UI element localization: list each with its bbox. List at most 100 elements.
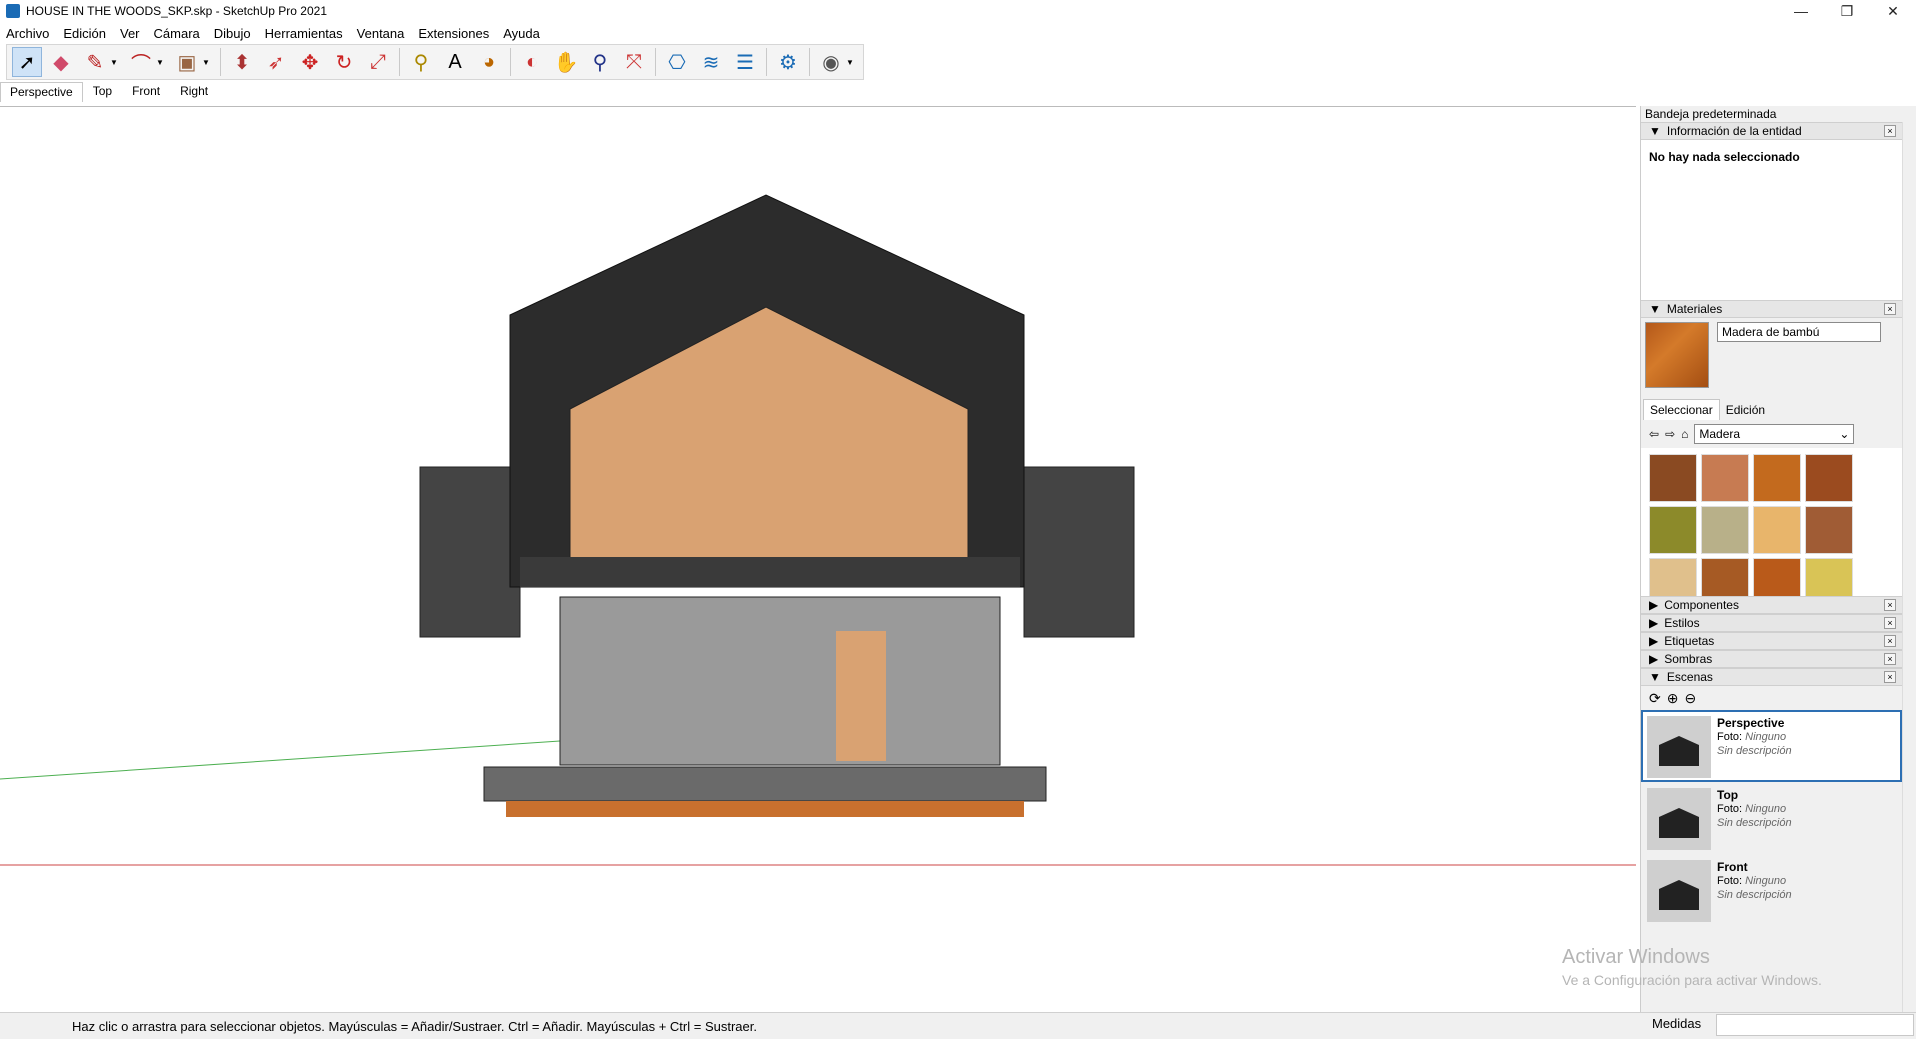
- update-scene-icon[interactable]: ⟳: [1649, 690, 1661, 707]
- material-swatch[interactable]: [1649, 506, 1697, 554]
- expand-down-icon: ▼: [1649, 124, 1661, 138]
- push-pull-icon[interactable]: ⬍: [227, 47, 257, 77]
- maximize-button[interactable]: ❐: [1824, 0, 1870, 22]
- material-collection-select[interactable]: Madera ⌄: [1694, 424, 1855, 444]
- text-icon[interactable]: A: [440, 47, 470, 77]
- expand-down-icon: ▼: [1649, 302, 1661, 316]
- expand-down-icon: ▼: [1649, 670, 1661, 684]
- expand-right-icon: ▶: [1649, 634, 1659, 648]
- close-panel-icon[interactable]: ×: [1884, 599, 1896, 611]
- material-swatch[interactable]: [1701, 506, 1749, 554]
- close-panel-icon[interactable]: ×: [1884, 125, 1896, 137]
- menu-ayuda[interactable]: Ayuda: [503, 26, 540, 41]
- tab-right[interactable]: Right: [170, 81, 218, 102]
- back-arrow-icon[interactable]: ⇦: [1649, 427, 1659, 441]
- material-name-field[interactable]: Madera de bambú: [1717, 322, 1881, 342]
- close-panel-icon[interactable]: ×: [1884, 635, 1896, 647]
- scale-icon[interactable]: ⤢: [363, 47, 393, 77]
- scene-thumbnail: [1647, 716, 1711, 778]
- remove-scene-icon[interactable]: ⊖: [1684, 690, 1696, 707]
- zoom-icon[interactable]: ⚲: [585, 47, 615, 77]
- extension-warehouse-icon[interactable]: ≋: [696, 47, 726, 77]
- zoom-extents-icon[interactable]: ⤧: [619, 47, 649, 77]
- extension-manager-icon[interactable]: ⚙: [773, 47, 803, 77]
- tab-front[interactable]: Front: [122, 81, 170, 102]
- pencil-icon[interactable]: ✎: [80, 47, 110, 77]
- scene-item-perspective[interactable]: Perspective Foto: Ninguno Sin descripción: [1641, 710, 1902, 782]
- move-icon[interactable]: ✥: [295, 47, 325, 77]
- follow-me-icon[interactable]: ➶: [261, 47, 291, 77]
- window-title: HOUSE IN THE WOODS_SKP.skp - SketchUp Pr…: [26, 4, 327, 18]
- eraser-icon[interactable]: ◆: [46, 47, 76, 77]
- layout-icon[interactable]: ☰: [730, 47, 760, 77]
- componentes-header[interactable]: ▶ Componentes ×: [1641, 596, 1902, 614]
- menu-camara[interactable]: Cámara: [154, 26, 200, 41]
- material-swatch[interactable]: [1701, 558, 1749, 596]
- escenas-header[interactable]: ▼ Escenas ×: [1641, 668, 1902, 686]
- material-swatch[interactable]: [1753, 558, 1801, 596]
- menu-extensiones[interactable]: Extensiones: [418, 26, 489, 41]
- arc-icon[interactable]: ⌒: [126, 47, 156, 77]
- material-swatch[interactable]: [1649, 558, 1697, 596]
- home-icon[interactable]: ⌂: [1681, 427, 1688, 441]
- rectangle-icon[interactable]: ▣: [172, 47, 202, 77]
- tray-scrollbar[interactable]: [1902, 122, 1916, 1012]
- close-button[interactable]: ✕: [1870, 0, 1916, 22]
- close-panel-icon[interactable]: ×: [1884, 303, 1896, 315]
- menu-dibujo[interactable]: Dibujo: [214, 26, 251, 41]
- material-swatch[interactable]: [1701, 454, 1749, 502]
- scene-thumbnail: [1647, 860, 1711, 922]
- menu-ver[interactable]: Ver: [120, 26, 140, 41]
- menu-edicion[interactable]: Edición: [63, 26, 106, 41]
- scene-item-front[interactable]: Front Foto: Ninguno Sin descripción: [1641, 854, 1902, 926]
- menu-herramientas[interactable]: Herramientas: [265, 26, 343, 41]
- rotate-icon[interactable]: ↻: [329, 47, 359, 77]
- status-hint: Haz clic o arrastra para seleccionar obj…: [72, 1018, 757, 1034]
- sombras-header[interactable]: ▶ Sombras ×: [1641, 650, 1902, 668]
- shape-dropdown-icon[interactable]: ▼: [202, 58, 212, 67]
- account-dropdown-icon[interactable]: ▼: [846, 58, 856, 67]
- select-icon[interactable]: ➚: [12, 47, 42, 77]
- tab-edicion[interactable]: Edición: [1720, 400, 1771, 420]
- material-swatch[interactable]: [1753, 506, 1801, 554]
- close-panel-icon[interactable]: ×: [1884, 617, 1896, 629]
- expand-right-icon: ▶: [1649, 598, 1659, 612]
- orbit-icon[interactable]: ◐: [517, 47, 547, 77]
- measurements-label: Medidas: [1652, 1016, 1702, 1031]
- scene-item-top[interactable]: Top Foto: Ninguno Sin descripción: [1641, 782, 1902, 854]
- pencil-dropdown-icon[interactable]: ▼: [110, 58, 120, 67]
- pan-icon[interactable]: ✋: [551, 47, 581, 77]
- tab-perspective[interactable]: Perspective: [0, 82, 83, 102]
- entity-info-header[interactable]: ▼ Información de la entidad ×: [1641, 122, 1902, 140]
- menu-ventana[interactable]: Ventana: [357, 26, 405, 41]
- sketchup-icon: [6, 4, 20, 18]
- etiquetas-header[interactable]: ▶ Etiquetas ×: [1641, 632, 1902, 650]
- tab-top[interactable]: Top: [83, 81, 122, 102]
- forward-arrow-icon[interactable]: ⇨: [1665, 427, 1675, 441]
- account-icon[interactable]: ◉: [816, 47, 846, 77]
- arc-dropdown-icon[interactable]: ▼: [156, 58, 166, 67]
- material-swatch[interactable]: [1805, 506, 1853, 554]
- house-model-drawing: [0, 194, 1636, 866]
- menu-archivo[interactable]: Archivo: [6, 26, 49, 41]
- measurements-input[interactable]: [1716, 1014, 1914, 1036]
- material-swatch[interactable]: [1753, 454, 1801, 502]
- material-swatch[interactable]: [1649, 454, 1697, 502]
- main-toolbar: ➚ ◆ ✎ ▼ ⌒ ▼ ▣ ▼ ⬍ ➶ ✥ ↻ ⤢ ⚲ A ◕ ◐ ✋ ⚲ ⤧ …: [6, 44, 864, 80]
- deck-base: [506, 801, 1024, 817]
- material-swatch[interactable]: [1805, 558, 1853, 596]
- tape-measure-icon[interactable]: ⚲: [406, 47, 436, 77]
- minimize-button[interactable]: —: [1778, 0, 1824, 22]
- paint-bucket-icon[interactable]: ◕: [474, 47, 504, 77]
- materials-header[interactable]: ▼ Materiales ×: [1641, 300, 1902, 318]
- material-swatch[interactable]: [1805, 454, 1853, 502]
- close-panel-icon[interactable]: ×: [1884, 671, 1896, 683]
- tab-seleccionar[interactable]: Seleccionar: [1643, 399, 1720, 420]
- estilos-header[interactable]: ▶ Estilos ×: [1641, 614, 1902, 632]
- deck: [483, 766, 1047, 802]
- add-scene-icon[interactable]: ⊕: [1667, 690, 1679, 707]
- model-viewport[interactable]: [0, 106, 1636, 1012]
- close-panel-icon[interactable]: ×: [1884, 653, 1896, 665]
- warehouse-icon[interactable]: ⎔: [662, 47, 692, 77]
- material-swatch-grid: [1641, 448, 1902, 596]
